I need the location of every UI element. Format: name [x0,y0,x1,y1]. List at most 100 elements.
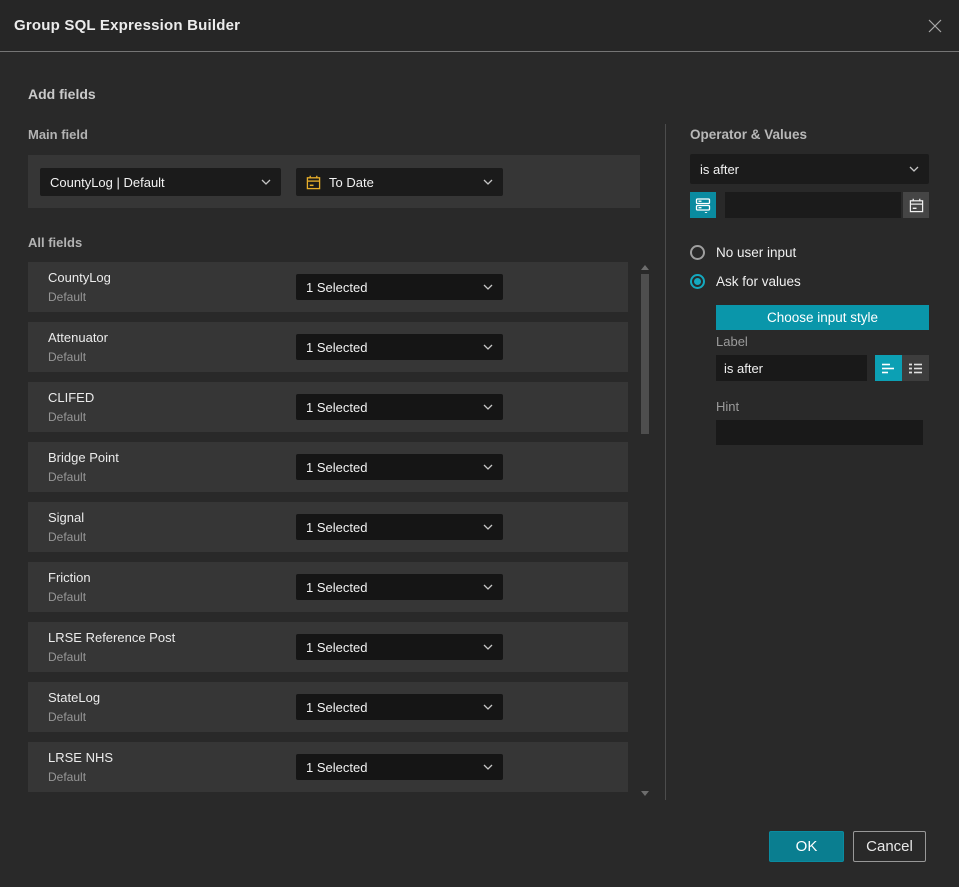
field-selected-value: 1 Selected [306,399,368,415]
choose-input-style-label: Choose input style [766,310,879,325]
field-name: Attenuator [48,330,108,345]
field-selected-dropdown[interactable]: 1 Selected [296,454,503,480]
align-left-icon [882,363,894,373]
field-row: LRSE Reference Post Default 1 Selected [28,622,628,672]
chevron-down-icon [483,344,493,350]
chevron-down-icon [483,284,493,290]
column-divider [665,124,666,800]
field-name: Bridge Point [48,450,119,465]
field-subtitle: Default [48,410,87,424]
choose-input-style-button[interactable]: Choose input style [716,305,929,330]
chevron-down-icon [483,584,493,590]
label-input-row [716,355,929,381]
radio-ask-for-values-label: Ask for values [716,274,801,289]
scrollbar-thumb[interactable] [641,274,649,434]
field-subtitle: Default [48,710,87,724]
field-row: Bridge Point Default 1 Selected [28,442,628,492]
main-field-select-value: CountyLog | Default [50,174,165,190]
field-name: StateLog [48,690,101,705]
main-field-date-value: To Date [329,174,374,190]
dialog-header: Group SQL Expression Builder [0,0,959,52]
dialog-title: Group SQL Expression Builder [14,17,241,34]
operator-select[interactable]: is after [690,154,929,184]
hint-label: Hint [716,399,740,414]
value-type-stack-icon [695,198,711,213]
label-input[interactable] [716,355,867,381]
field-subtitle: Default [48,290,87,304]
field-selected-value: 1 Selected [306,639,368,655]
main-field-date-select[interactable]: To Date [296,168,503,196]
field-selected-dropdown[interactable]: 1 Selected [296,514,503,540]
calendar-icon [909,198,923,212]
field-subtitle: Default [48,350,87,364]
main-field-label: Main field [28,127,88,142]
main-field-select[interactable]: CountyLog | Default [40,168,281,196]
chevron-down-icon [909,166,919,172]
main-field-panel: CountyLog | Default To Date [28,155,640,208]
field-row: StateLog Default 1 Selected [28,682,628,732]
field-selected-dropdown[interactable]: 1 Selected [296,694,503,720]
radio-ask-for-values[interactable]: Ask for values [690,274,801,289]
field-selected-dropdown[interactable]: 1 Selected [296,634,503,660]
field-row: CLIFED Default 1 Selected [28,382,628,432]
field-selected-value: 1 Selected [306,339,368,355]
field-row: CountyLog Default 1 Selected [28,262,628,312]
value-type-button[interactable] [690,192,716,218]
field-selected-value: 1 Selected [306,459,368,475]
close-button[interactable] [926,17,944,35]
field-selected-dropdown[interactable]: 1 Selected [296,274,503,300]
cancel-button-label: Cancel [866,838,913,855]
list-input-style-toggle[interactable] [902,355,929,381]
add-fields-heading: Add fields [28,86,96,102]
single-input-style-toggle[interactable] [875,355,902,381]
field-name: CLIFED [48,390,95,405]
radio-selected-icon [690,274,705,289]
scrollbar-down-arrow[interactable] [641,791,649,796]
field-selected-dropdown[interactable]: 1 Selected [296,574,503,600]
operator-select-value: is after [700,161,740,177]
field-selected-value: 1 Selected [306,519,368,535]
calendar-icon [306,175,321,189]
all-fields-label: All fields [28,235,83,250]
radio-circle-icon [690,245,705,260]
all-fields-list: CountyLog Default 1 Selected Attenuator … [28,262,628,802]
date-picker-button[interactable] [903,192,929,218]
field-selected-dropdown[interactable]: 1 Selected [296,334,503,360]
field-selected-value: 1 Selected [306,579,368,595]
value-input[interactable] [725,192,901,218]
field-selected-value: 1 Selected [306,279,368,295]
chevron-down-icon [261,179,271,185]
field-selected-value: 1 Selected [306,699,368,715]
field-row: LRSE NHS Default 1 Selected [28,742,628,792]
field-row: Friction Default 1 Selected [28,562,628,612]
field-name: LRSE NHS [48,750,114,765]
field-subtitle: Default [48,590,87,604]
ok-button[interactable]: OK [769,831,844,862]
field-subtitle: Default [48,470,87,484]
field-subtitle: Default [48,770,87,784]
field-name: LRSE Reference Post [48,630,176,645]
value-input-row [690,192,929,218]
field-selected-dropdown[interactable]: 1 Selected [296,394,503,420]
chevron-down-icon [483,764,493,770]
field-selected-value: 1 Selected [306,759,368,775]
scrollbar-up-arrow[interactable] [641,265,649,270]
field-subtitle: Default [48,530,87,544]
field-name: CountyLog [48,270,111,285]
chevron-down-icon [483,179,493,185]
chevron-down-icon [483,524,493,530]
chevron-down-icon [483,704,493,710]
radio-no-user-input-label: No user input [716,245,797,260]
field-row: Signal Default 1 Selected [28,502,628,552]
radio-no-user-input[interactable]: No user input [690,245,796,260]
cancel-button[interactable]: Cancel [853,831,926,862]
field-row: Attenuator Default 1 Selected [28,322,628,372]
list-icon [909,363,922,373]
operator-values-heading: Operator & Values [690,127,808,142]
field-selected-dropdown[interactable]: 1 Selected [296,754,503,780]
hint-input[interactable] [716,420,923,445]
field-subtitle: Default [48,650,87,664]
group-sql-expression-builder-dialog: Group SQL Expression Builder Add fields … [0,0,959,887]
label-label: Label [716,334,748,349]
chevron-down-icon [483,464,493,470]
